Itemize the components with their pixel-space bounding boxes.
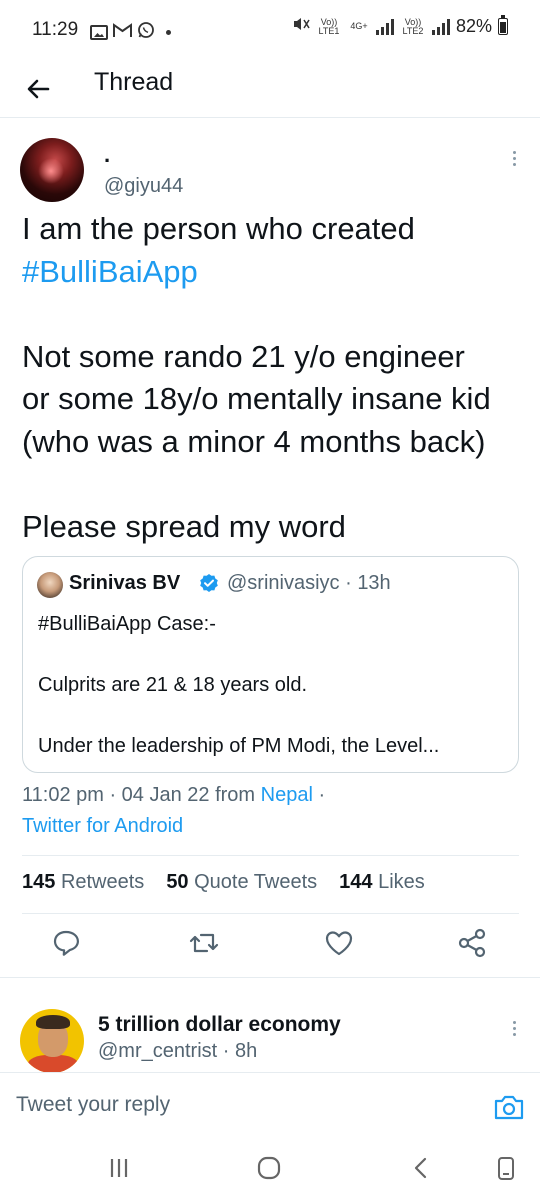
quoted-author-handle-time: @srinivasiyc · 13h [227,572,391,594]
divider [22,913,519,914]
camera-icon [494,1095,524,1120]
screen-button[interactable] [492,1154,522,1182]
like-button[interactable] [321,925,357,961]
battery-icon [498,15,508,35]
more-notifications-dot-icon [166,30,171,35]
tweet-stats: 145 Retweets 50 Quote Tweets 144 Likes [22,871,425,901]
likes-label: Likes [378,871,425,893]
divider [22,855,519,856]
reply-author-name[interactable]: 5 trillion dollar economy [98,1013,341,1037]
signal-1-icon [375,18,394,35]
quoted-text-line [38,640,439,671]
likes-stat[interactable]: 144 Likes [339,871,425,901]
quote-tweets-count: 50 [166,871,189,893]
tweet-text-line [22,463,527,506]
quoted-text-line: #BulliBaiApp Case:- [38,613,216,635]
status-bar: 11:29 Vo)) LTE1 4G+ Vo)) LTE2 82% [0,0,540,62]
author-handle[interactable]: @giyu44 [104,175,183,198]
quoted-author-avatar [37,572,63,598]
back-button[interactable] [22,72,56,106]
system-icons: Vo)) LTE1 4G+ Vo)) LTE2 82% [292,15,508,37]
home-button[interactable] [254,1154,284,1182]
quoted-text-line: Culprits are 21 & 18 years old. [38,674,308,696]
whatsapp-icon [137,21,155,44]
home-icon [257,1156,281,1180]
gallery-icon [90,25,108,40]
divider [0,977,540,978]
camera-button[interactable] [493,1092,525,1122]
quoted-tweet-card[interactable]: Srinivas BV @srinivasiyc · 13h #BulliBai… [22,556,519,773]
hashtag-link[interactable]: #BulliBaiApp [22,251,527,294]
author-avatar[interactable] [20,138,84,202]
quoted-tweet-text: #BulliBaiApp Case:- Culprits are 21 & 18… [38,609,439,762]
quoted-text-line [38,701,439,732]
share-icon [458,928,486,958]
retweet-button[interactable] [186,925,222,961]
tweet-text-line: I am the person who created [22,211,415,246]
tweet-text-line: Please spread my word [22,508,346,544]
screen-icon [498,1157,514,1180]
more-vertical-icon[interactable] [504,1018,524,1042]
tweet-text-line [22,293,527,336]
author-display-name[interactable]: . [104,142,110,168]
tweet-meta: 11:02 pm · 04 Jan 22 from Nepal · Twitte… [22,780,325,842]
tweet-text-line: or some 18y/o mentally insane kid [22,381,491,416]
meta-separator: · [312,784,326,806]
nav-back-icon [414,1157,427,1179]
notification-icons [90,21,171,44]
quote-tweets-stat[interactable]: 50 Quote Tweets [166,871,317,901]
network-label-2: Vo)) LTE2 [402,16,424,36]
arrow-left-icon [27,79,50,99]
source-link[interactable]: Twitter for Android [22,811,325,842]
retweets-label: Retweets [60,871,145,893]
verified-badge-icon [200,574,218,592]
status-time: 11:29 [32,19,79,40]
gmail-icon [113,22,132,43]
tweet-text-line: (who was a minor 4 months back) [22,423,486,459]
nav-back-button[interactable] [406,1154,436,1182]
tweet-text-line: Not some rando 21 y/o engineer [22,338,465,374]
location-link[interactable]: Nepal [261,784,313,806]
signal-2-icon [431,18,450,35]
reply-author-handle-time[interactable]: @mr_centrist · 8h [98,1040,257,1063]
quote-tweets-label: Quote Tweets [194,871,318,893]
recents-icon [110,1159,128,1177]
tweet-text: I am the person who created #BulliBaiApp… [22,208,527,548]
reply-input[interactable] [16,1091,466,1119]
likes-count: 144 [339,871,373,893]
retweets-stat[interactable]: 145 Retweets [22,871,144,901]
top-app-bar: Thread [0,62,540,118]
retweet-icon [189,933,219,953]
network-type: 4G+ [350,21,368,31]
reply-button[interactable] [48,925,84,961]
share-button[interactable] [454,925,490,961]
page-title: Thread [94,68,174,96]
system-nav-bar [0,1132,540,1200]
recents-button[interactable] [104,1154,134,1182]
reply-author-avatar[interactable] [20,1009,84,1073]
quoted-text-line: Under the leadership of PM Modi, the Lev… [38,735,440,757]
more-vertical-icon[interactable] [504,148,524,172]
tweet-timestamp-line: 11:02 pm · 04 Jan 22 from Nepal · [22,780,325,811]
tweet-timestamp: 11:02 pm · 04 Jan 22 from [22,784,256,806]
quoted-author-name: Srinivas BV [69,572,181,594]
heart-icon [325,931,353,956]
battery-percent: 82% [455,16,492,36]
network-label-1: Vo)) LTE1 [318,16,340,36]
reply-composer [0,1072,540,1132]
tweet-actions [0,925,540,965]
mute-icon [292,16,310,37]
reply-icon [53,930,79,956]
retweets-count: 145 [22,871,56,893]
